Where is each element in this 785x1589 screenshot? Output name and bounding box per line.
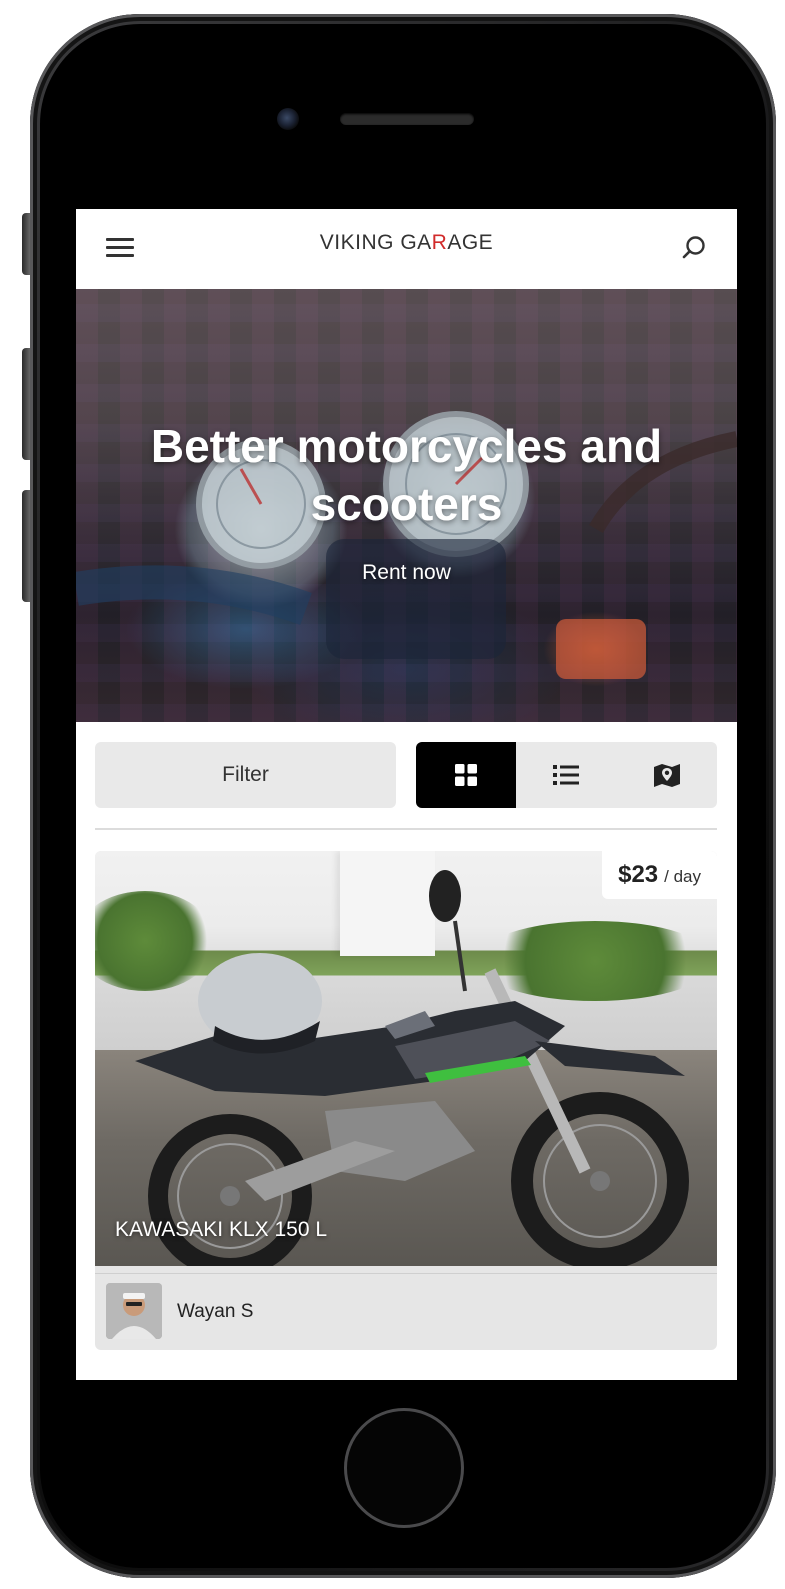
map-icon	[653, 764, 680, 787]
front-camera	[277, 108, 299, 130]
hero-banner: Better motorcycles and scooters Rent now	[76, 289, 737, 722]
listing-card[interactable]: $23 / day KAWASAKI KLX 150 L Wayan S	[95, 851, 717, 1350]
rent-now-link[interactable]: Rent now	[76, 561, 737, 585]
brand-text-accent: R	[431, 231, 448, 254]
avatar[interactable]	[106, 1283, 162, 1339]
brand-text-part1: VIKING GA	[319, 231, 432, 254]
owner-name[interactable]: Wayan S	[177, 1301, 253, 1323]
motorcycle-image	[135, 870, 689, 1266]
price-amount: $23	[618, 861, 659, 888]
list-icon	[553, 765, 580, 785]
brand-text-part2: AGE	[447, 231, 494, 254]
list-view-button[interactable]	[516, 742, 616, 808]
hero-title: Better motorcycles and scooters	[150, 420, 663, 530]
listing-title: KAWASAKI KLX 150 L	[115, 1218, 328, 1241]
view-toggle	[416, 742, 717, 808]
home-button[interactable]	[344, 1408, 464, 1528]
map-view-button[interactable]	[617, 742, 717, 808]
search-icon[interactable]	[679, 233, 709, 263]
grid-icon	[455, 764, 478, 786]
section-divider	[95, 828, 717, 830]
price-unit: / day	[664, 867, 701, 886]
brand-logo[interactable]: VIKING GARAGE	[76, 231, 737, 255]
earpiece-speaker	[340, 113, 474, 125]
app-screen: VIKING GARAGE Better motorcycles and sco…	[76, 209, 737, 1380]
price-badge: $23 / day	[602, 851, 717, 899]
filter-button[interactable]: Filter	[95, 742, 396, 808]
grid-view-button[interactable]	[416, 742, 517, 808]
card-divider	[95, 1273, 717, 1274]
top-bar: VIKING GARAGE	[76, 209, 737, 289]
listing-photo	[95, 851, 717, 1266]
owner-avatar-image	[106, 1283, 162, 1339]
